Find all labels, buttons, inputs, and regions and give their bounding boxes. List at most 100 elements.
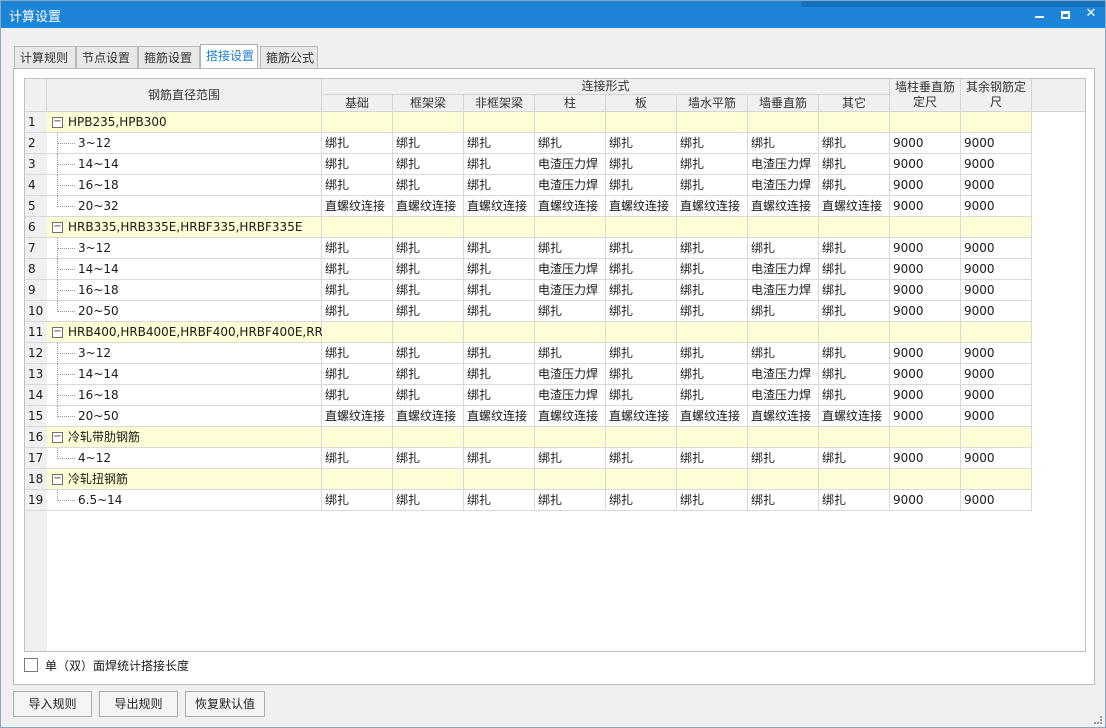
length-cell[interactable]: 9000 <box>890 154 961 175</box>
length-cell[interactable]: 9000 <box>961 406 1032 427</box>
diameter-range-cell[interactable]: 14~14 <box>47 364 322 385</box>
restore-defaults-button[interactable]: 恢复默认值 <box>185 691 265 717</box>
connection-cell[interactable]: 绑扎 <box>464 175 535 196</box>
connection-cell[interactable]: 绑扎 <box>322 364 393 385</box>
connection-cell[interactable]: 绑扎 <box>322 133 393 154</box>
connection-cell[interactable]: 绑扎 <box>819 301 890 322</box>
connection-cell[interactable]: 绑扎 <box>464 259 535 280</box>
connection-cell[interactable]: 绑扎 <box>819 490 890 511</box>
connection-cell[interactable]: 绑扎 <box>535 490 606 511</box>
connection-cell[interactable]: 绑扎 <box>535 238 606 259</box>
length-cell[interactable]: 9000 <box>961 175 1032 196</box>
length-cell[interactable]: 9000 <box>890 196 961 217</box>
connection-cell[interactable]: 直螺纹连接 <box>535 196 606 217</box>
connection-cell[interactable]: 绑扎 <box>677 364 748 385</box>
diameter-range-cell[interactable]: 3~12 <box>47 343 322 364</box>
connection-cell[interactable]: 绑扎 <box>322 448 393 469</box>
length-cell[interactable]: 9000 <box>890 406 961 427</box>
connection-cell[interactable]: 绑扎 <box>535 448 606 469</box>
connection-cell[interactable]: 绑扎 <box>393 448 464 469</box>
length-cell[interactable]: 9000 <box>961 385 1032 406</box>
connection-cell[interactable]: 绑扎 <box>393 385 464 406</box>
close-icon[interactable]: ✕ <box>1080 4 1102 24</box>
length-cell[interactable]: 9000 <box>890 301 961 322</box>
connection-cell[interactable]: 绑扎 <box>677 259 748 280</box>
diameter-range-cell[interactable]: 16~18 <box>47 385 322 406</box>
diameter-range-cell[interactable]: 20~50 <box>47 301 322 322</box>
diameter-range-cell[interactable]: 3~12 <box>47 133 322 154</box>
minimize-icon[interactable] <box>1028 4 1050 24</box>
connection-cell[interactable]: 绑扎 <box>819 364 890 385</box>
length-cell[interactable]: 9000 <box>890 238 961 259</box>
connection-cell[interactable]: 直螺纹连接 <box>819 196 890 217</box>
connection-cell[interactable]: 绑扎 <box>748 238 819 259</box>
connection-cell[interactable]: 电渣压力焊 <box>748 154 819 175</box>
length-cell[interactable]: 9000 <box>961 238 1032 259</box>
connection-cell[interactable]: 绑扎 <box>606 238 677 259</box>
connection-cell[interactable]: 绑扎 <box>748 133 819 154</box>
length-cell[interactable]: 9000 <box>890 175 961 196</box>
connection-cell[interactable]: 绑扎 <box>393 175 464 196</box>
diameter-range-cell[interactable]: 4~12 <box>47 448 322 469</box>
connection-cell[interactable]: 绑扎 <box>464 301 535 322</box>
tab-2[interactable]: 节点设置 <box>76 46 138 69</box>
length-cell[interactable]: 9000 <box>961 490 1032 511</box>
connection-cell[interactable]: 绑扎 <box>677 490 748 511</box>
length-cell[interactable]: 9000 <box>961 280 1032 301</box>
connection-cell[interactable]: 绑扎 <box>748 301 819 322</box>
length-cell[interactable]: 9000 <box>890 343 961 364</box>
connection-cell[interactable]: 绑扎 <box>677 238 748 259</box>
connection-cell[interactable]: 直螺纹连接 <box>464 406 535 427</box>
length-cell[interactable]: 9000 <box>890 280 961 301</box>
connection-cell[interactable]: 电渣压力焊 <box>748 280 819 301</box>
length-cell[interactable]: 9000 <box>890 448 961 469</box>
export-rules-button[interactable]: 导出规则 <box>99 691 178 717</box>
connection-cell[interactable]: 绑扎 <box>677 280 748 301</box>
maximize-icon[interactable] <box>1054 4 1076 24</box>
connection-cell[interactable]: 绑扎 <box>322 238 393 259</box>
connection-cell[interactable]: 绑扎 <box>819 385 890 406</box>
connection-cell[interactable]: 绑扎 <box>606 301 677 322</box>
diameter-range-cell[interactable]: 16~18 <box>47 280 322 301</box>
tab-5[interactable]: 箍筋公式 <box>260 46 318 69</box>
diameter-range-cell[interactable]: 6.5~14 <box>47 490 322 511</box>
length-cell[interactable]: 9000 <box>890 385 961 406</box>
connection-cell[interactable]: 绑扎 <box>819 175 890 196</box>
collapse-icon[interactable]: − <box>52 222 63 233</box>
collapse-icon[interactable]: − <box>52 432 63 443</box>
connection-cell[interactable]: 绑扎 <box>464 238 535 259</box>
connection-cell[interactable]: 直螺纹连接 <box>393 406 464 427</box>
connection-cell[interactable]: 绑扎 <box>819 448 890 469</box>
weld-length-checkbox[interactable] <box>24 658 38 672</box>
length-cell[interactable]: 9000 <box>961 133 1032 154</box>
connection-cell[interactable]: 绑扎 <box>322 280 393 301</box>
connection-cell[interactable]: 绑扎 <box>677 154 748 175</box>
tab-3[interactable]: 箍筋设置 <box>138 46 200 69</box>
connection-cell[interactable]: 绑扎 <box>393 133 464 154</box>
collapse-icon[interactable]: − <box>52 117 63 128</box>
diameter-range-cell[interactable]: 14~14 <box>47 154 322 175</box>
connection-cell[interactable]: 绑扎 <box>393 364 464 385</box>
connection-cell[interactable]: 绑扎 <box>748 448 819 469</box>
connection-cell[interactable]: 绑扎 <box>606 133 677 154</box>
length-cell[interactable]: 9000 <box>890 133 961 154</box>
connection-cell[interactable]: 直螺纹连接 <box>606 406 677 427</box>
connection-cell[interactable]: 绑扎 <box>322 490 393 511</box>
collapse-icon[interactable]: − <box>52 327 63 338</box>
collapse-icon[interactable]: − <box>52 474 63 485</box>
connection-cell[interactable]: 直螺纹连接 <box>535 406 606 427</box>
connection-cell[interactable]: 直螺纹连接 <box>677 406 748 427</box>
connection-cell[interactable]: 绑扎 <box>677 301 748 322</box>
length-cell[interactable]: 9000 <box>961 196 1032 217</box>
connection-cell[interactable]: 绑扎 <box>535 343 606 364</box>
length-cell[interactable]: 9000 <box>961 301 1032 322</box>
connection-cell[interactable]: 绑扎 <box>464 133 535 154</box>
tab-4[interactable]: 搭接设置 <box>200 44 258 69</box>
connection-cell[interactable]: 绑扎 <box>322 343 393 364</box>
connection-cell[interactable]: 绑扎 <box>464 280 535 301</box>
connection-cell[interactable]: 绑扎 <box>322 301 393 322</box>
connection-cell[interactable]: 绑扎 <box>819 259 890 280</box>
connection-cell[interactable]: 绑扎 <box>535 301 606 322</box>
connection-cell[interactable]: 电渣压力焊 <box>535 385 606 406</box>
connection-cell[interactable]: 绑扎 <box>393 154 464 175</box>
